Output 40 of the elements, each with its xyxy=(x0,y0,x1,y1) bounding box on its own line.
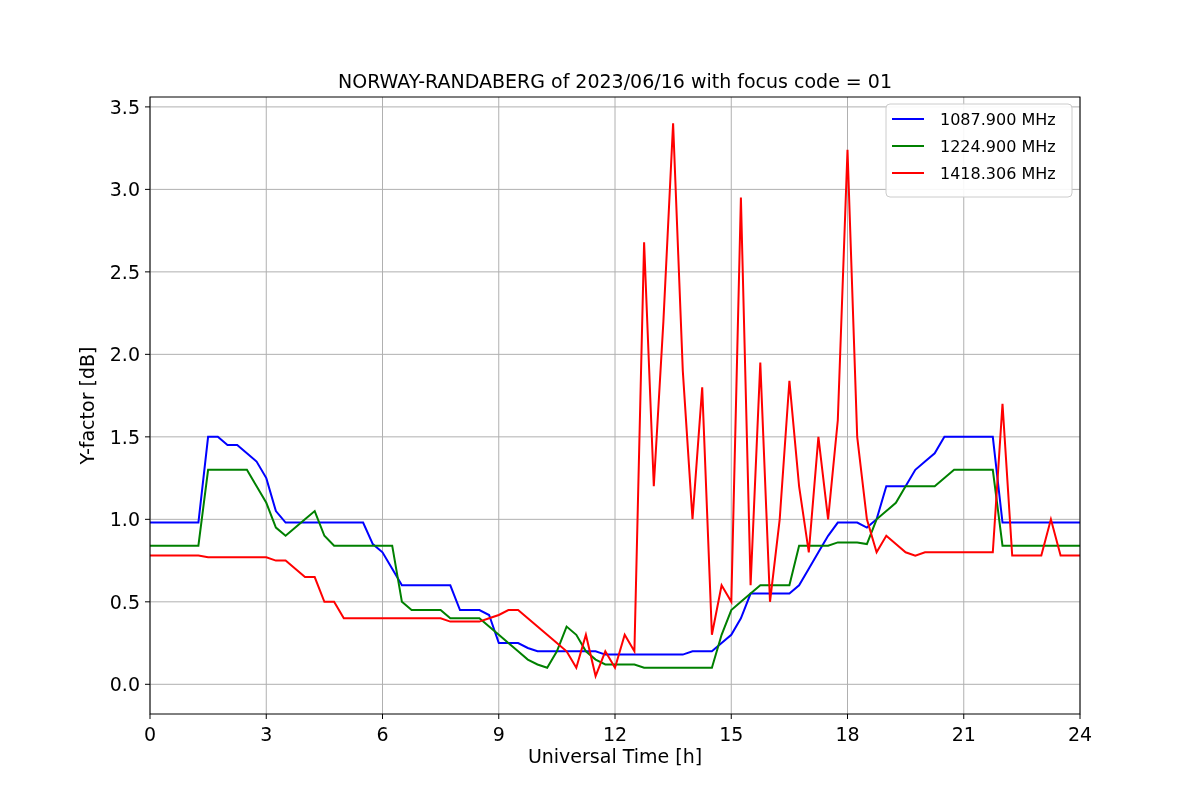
legend-label: 1087.900 MHz xyxy=(940,110,1056,129)
tick-label: 0 xyxy=(143,723,157,745)
tick-mark xyxy=(144,436,151,438)
tick-label: 6 xyxy=(376,723,389,745)
tick-mark xyxy=(265,713,267,720)
y-axis-label: Y-factor [dB] xyxy=(76,346,98,465)
tick-label: 3.0 xyxy=(109,178,140,201)
tick-mark xyxy=(144,518,151,520)
tick-mark xyxy=(149,713,151,720)
tick-mark xyxy=(847,713,848,720)
tick-label: 24 xyxy=(1067,723,1093,745)
tick-mark xyxy=(963,713,965,720)
tick-label: 1.0 xyxy=(109,508,140,531)
tick-label: 9 xyxy=(492,723,505,745)
tick-label: 12 xyxy=(602,723,628,745)
tick-label: 0.0 xyxy=(109,673,140,696)
tick-label: 15 xyxy=(719,723,744,745)
chart-title: NORWAY-RANDABERG of 2023/06/16 with focus code = 01 xyxy=(338,70,892,92)
tick-label: 18 xyxy=(835,723,860,745)
tick-label: 0.5 xyxy=(109,590,140,613)
tick-label: 3 xyxy=(260,723,273,745)
tick-label: 21 xyxy=(951,723,976,745)
tick-mark xyxy=(144,106,151,108)
tick-mark xyxy=(144,188,151,190)
tick-mark xyxy=(144,271,151,273)
legend-label: 1224.900 MHz xyxy=(940,137,1056,156)
tick-label: 3.5 xyxy=(109,95,140,118)
tick-mark xyxy=(498,713,500,720)
tick-mark xyxy=(614,713,616,720)
x-axis-label: Universal Time [h] xyxy=(527,745,703,767)
tick-mark xyxy=(144,601,151,603)
legend-label: 1418.306 MHz xyxy=(940,164,1056,183)
tick-label: 1.5 xyxy=(109,425,140,448)
tick-mark xyxy=(144,683,151,685)
tick-label: 2.0 xyxy=(109,343,140,366)
tick-mark xyxy=(382,713,383,720)
tick-mark xyxy=(730,713,732,720)
tick-mark xyxy=(1079,713,1081,720)
tick-label: 2.5 xyxy=(109,260,140,283)
tick-mark xyxy=(144,353,151,355)
